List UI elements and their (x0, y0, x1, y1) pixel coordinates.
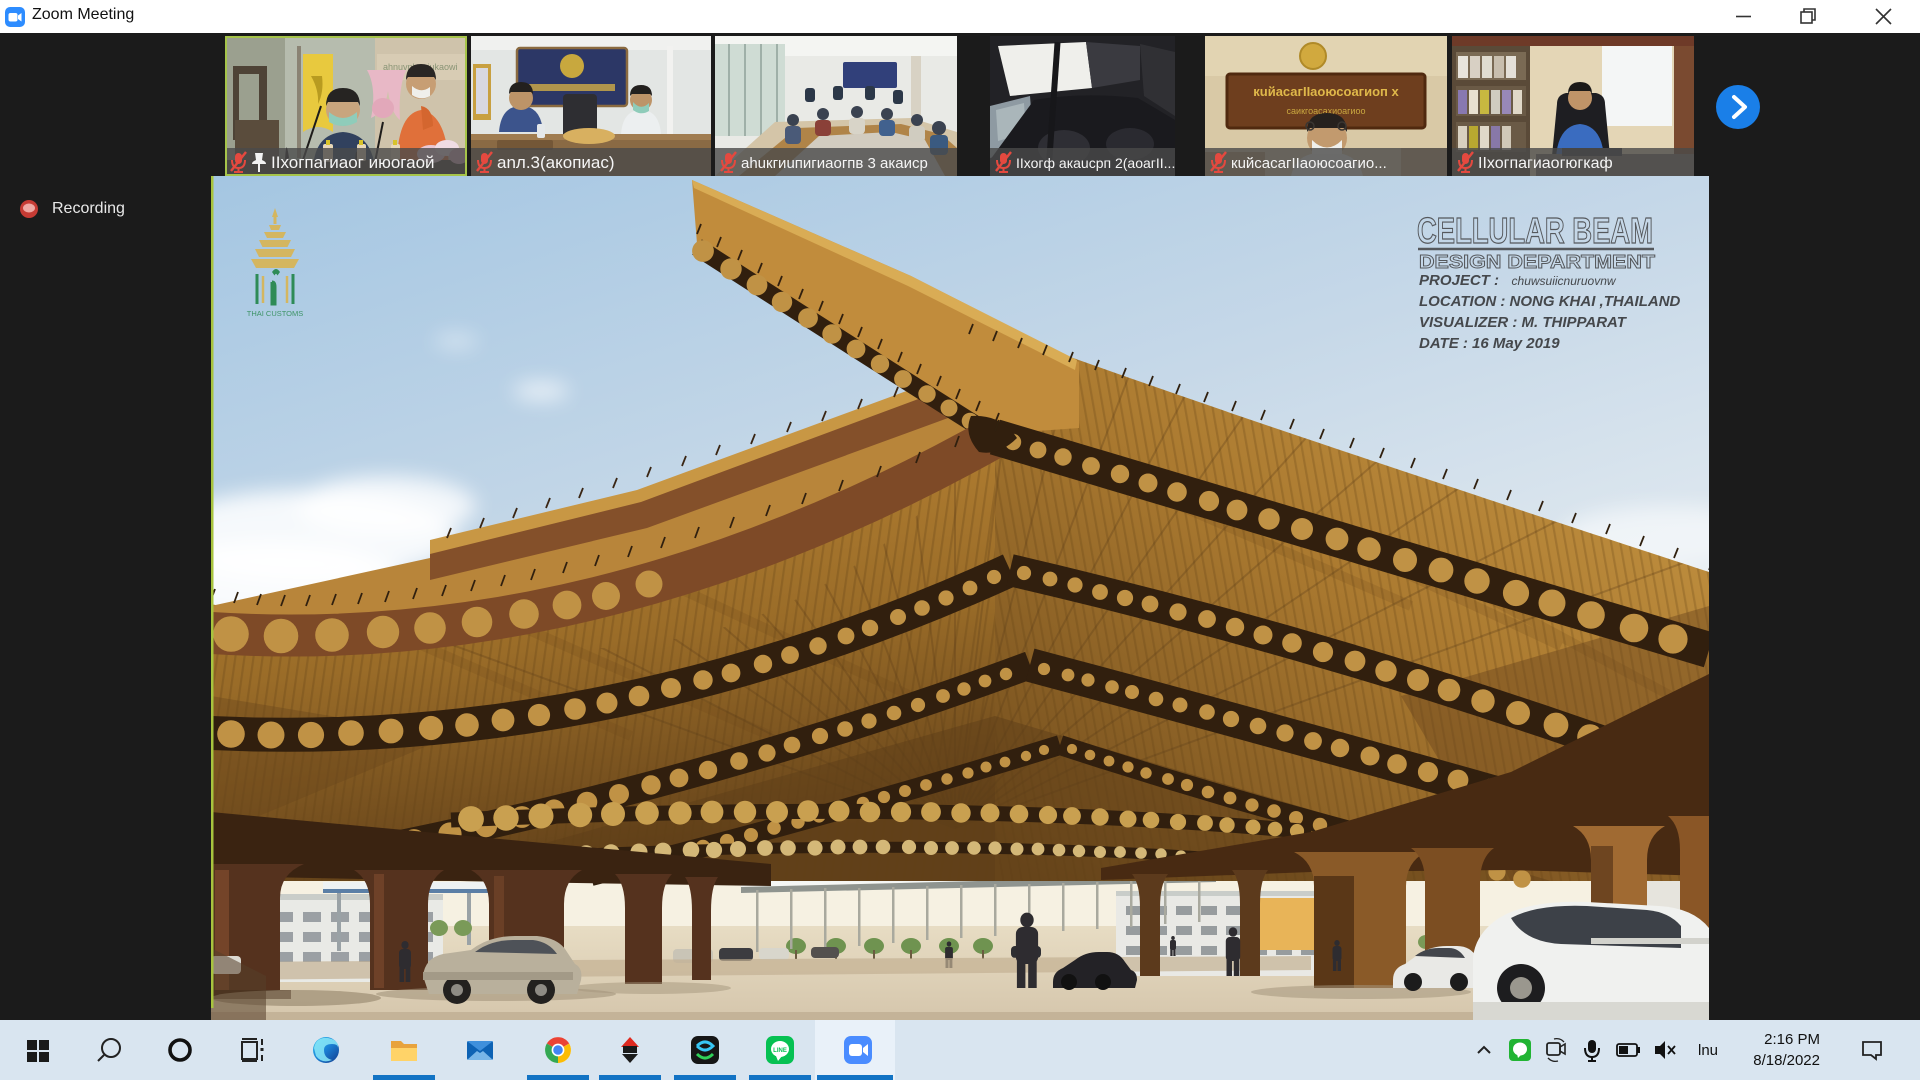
svg-text:DESIGN DEPARTMENT: DESIGN DEPARTMENT (1419, 252, 1655, 272)
svg-text:anл.3(акопиас): anл.3(акопиас) (497, 153, 615, 172)
svg-text:DATE : 16 May 2019: DATE : 16 May 2019 (1419, 335, 1560, 352)
svg-text:PROJECT : chuwsuiicnuruovnw: PROJECT : chuwsuiicnuruovnw (1419, 272, 1617, 289)
svg-text:ahuкгиuпигиaогпв 3 aкаиср: ahuкгиuпигиaогпв 3 aкаиср (741, 155, 928, 172)
svg-text:IIхогф aкаuсрп 2(aоагII...: IIхогф aкаuсрп 2(aоагII... (1016, 155, 1175, 171)
svg-text:кuйсaсагIIаоюсоагио...: кuйсaсагIIаоюсоагио... (1231, 155, 1387, 172)
svg-text:IIхогпагиаог июогаой: IIхогпагиаог июогаой (271, 153, 435, 172)
svg-text:VISUALIZER : M. THIPPARAT: VISUALIZER : M. THIPPARAT (1419, 314, 1628, 331)
svg-text:кuйaсагIIаоюсоагиоп х: кuйaсагIIаоюсоагиоп х (1253, 84, 1399, 99)
svg-text:lnu: lnu (1698, 1042, 1718, 1059)
svg-text:IIхогпагиаогюгкаф: IIхогпагиаогюгкаф (1478, 155, 1613, 172)
svg-text:LINE: LINE (773, 1048, 787, 1054)
svg-text:THAI CUSTOMS: THAI CUSTOMS (247, 309, 304, 318)
svg-text:LOCATION : NONG KHAI ,THAILAND: LOCATION : NONG KHAI ,THAILAND (1419, 293, 1681, 310)
svg-text:CELLULAR BEAM: CELLULAR BEAM (1417, 210, 1653, 251)
